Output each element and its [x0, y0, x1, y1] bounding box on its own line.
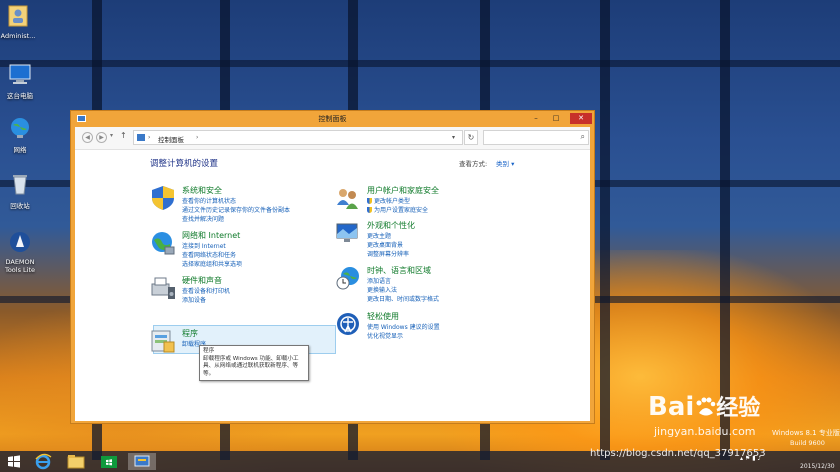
control-panel-icon	[134, 455, 150, 467]
globe-network-icon	[152, 232, 175, 255]
category-link[interactable]: 通过文件历史记录保存你的文件备份副本	[182, 205, 290, 214]
tooltip-body: 卸载程序或 Windows 功能、卸载小工具、从网络或通过联机获取新程序、等等。	[203, 355, 299, 377]
desktop-icon-this-pc[interactable]: 这台电脑	[0, 62, 44, 100]
category-title[interactable]: 时钟、语言和区域	[367, 265, 431, 276]
shield-icon	[367, 207, 372, 213]
chevron-down-icon[interactable]: ▾	[110, 132, 113, 139]
category-link[interactable]: 使用 Windows 建议的设置	[367, 322, 440, 331]
close-button[interactable]: ✕	[570, 113, 592, 124]
desktop-icon-label: Administ...	[0, 32, 36, 40]
category-link[interactable]: 连接到 Internet	[182, 241, 226, 250]
category-link[interactable]: 为用户设置家庭安全	[367, 205, 428, 214]
search-input[interactable]: ⌕	[483, 130, 589, 145]
page-title: 调整计算机的设置	[150, 159, 219, 169]
baidu-site-text: jingyan.baidu.com	[654, 425, 756, 438]
network-icon	[11, 118, 29, 138]
category-link[interactable]: 添加语言	[367, 276, 391, 285]
clock-date: 2015/12/30	[800, 463, 835, 470]
shield-icon	[367, 198, 372, 204]
control-panel-icon	[137, 134, 145, 141]
shield-computer-icon	[152, 186, 174, 210]
category-link[interactable]: 查看设备和打印机	[182, 286, 230, 295]
category-link[interactable]: 更改帐户类型	[367, 196, 410, 205]
ease-of-access-icon	[337, 313, 359, 335]
user-folder-icon	[8, 5, 28, 27]
taskbar-file-explorer[interactable]	[65, 453, 87, 470]
desktop-icon-label: 回收站	[10, 202, 30, 210]
taskbar-internet-explorer[interactable]	[32, 453, 54, 470]
category-title[interactable]: 用户帐户和家庭安全	[367, 185, 439, 196]
start-button[interactable]	[3, 453, 25, 470]
programs-tooltip: 程序 卸载程序或 Windows 功能、卸载小工具、从网络或通过联机获取新程序、…	[199, 345, 309, 381]
file-explorer-icon	[67, 455, 85, 469]
category-title[interactable]: 程序	[182, 328, 198, 339]
programs-icon	[151, 330, 175, 353]
back-button[interactable]: ◀	[82, 132, 93, 143]
clock-globe-icon	[336, 267, 359, 290]
category-link[interactable]: 添加设备	[182, 295, 206, 304]
breadcrumb[interactable]: 控制面板	[158, 134, 184, 144]
desktop-icon-network[interactable]: 网络	[0, 116, 44, 154]
os-edition-text: Windows 8.1 专业版	[772, 429, 840, 437]
title-bar[interactable]: 控制面板 – □ ✕	[71, 111, 594, 127]
internet-explorer-icon	[35, 453, 52, 470]
forward-button[interactable]: ▶	[96, 132, 107, 143]
computer-icon	[9, 64, 31, 84]
category-title[interactable]: 外观和个性化	[367, 220, 415, 231]
printer-speaker-icon	[151, 277, 175, 299]
chevron-right-icon: ›	[148, 134, 151, 141]
category-link-text[interactable]: 为用户设置家庭安全	[374, 207, 428, 214]
category-title[interactable]: 硬件和声音	[182, 275, 222, 286]
category-link[interactable]: 选择家庭组和共享选项	[182, 259, 242, 268]
chevron-down-icon[interactable]: ▾	[452, 134, 455, 141]
baidu-logo-text: Bai	[648, 392, 695, 422]
desktop-icon-label: DAEMON Tools Lite	[4, 258, 36, 274]
category-link-text[interactable]: 更改帐户类型	[374, 198, 410, 205]
windows-store-icon	[101, 456, 117, 468]
view-by-label: 查看方式:	[459, 160, 488, 168]
paw-icon	[696, 397, 716, 416]
category-link[interactable]: 查看你的计算机状态	[182, 196, 236, 205]
category-link[interactable]: 更改桌面背景	[367, 240, 403, 249]
control-panel-window: 控制面板 – □ ✕ ◀ ▶ ▾ ↑ › 控制面板 › ▾ ↻ ⌕ 调整计算机的…	[70, 110, 595, 424]
category-link[interactable]: 更改日期、时间或数字格式	[367, 294, 439, 303]
windows-start-icon	[8, 455, 20, 468]
category-link[interactable]: 优化视觉显示	[367, 331, 403, 340]
category-link[interactable]: 调整屏幕分辨率	[367, 249, 409, 258]
maximize-button[interactable]: □	[548, 113, 564, 124]
category-title[interactable]: 轻松使用	[367, 311, 399, 322]
category-title[interactable]: 网络和 Internet	[182, 230, 240, 241]
desktop-icon-daemon-tools[interactable]: DAEMON Tools Lite	[0, 230, 44, 274]
minimize-button[interactable]: –	[528, 113, 544, 124]
desktop-icon-recycle-bin[interactable]: 回收站	[0, 172, 44, 210]
address-field[interactable]: › 控制面板 › ▾	[133, 130, 463, 145]
view-by-dropdown[interactable]: 类别 ▾	[496, 158, 514, 168]
monitor-paint-icon	[336, 223, 358, 242]
users-icon	[337, 189, 358, 209]
category-link[interactable]: 查找并解决问题	[182, 214, 224, 223]
chevron-right-icon[interactable]: ›	[196, 134, 198, 141]
category-link[interactable]: 查看网络状态和任务	[182, 250, 236, 259]
address-bar-row: ◀ ▶ ▾ ↑ › 控制面板 › ▾ ↻ ⌕	[75, 127, 590, 150]
window-content: ◀ ▶ ▾ ↑ › 控制面板 › ▾ ↻ ⌕ 调整计算机的设置 查看方式: 类别…	[75, 127, 590, 421]
search-icon: ⌕	[580, 132, 585, 141]
category-link[interactable]: 更换输入法	[367, 285, 397, 294]
baidu-brand-chinese: 经验	[716, 396, 761, 421]
desktop-icon-administrator[interactable]: Administ...	[0, 4, 42, 40]
baidu-logo: Bai 经验	[648, 390, 760, 422]
category-title[interactable]: 系统和安全	[182, 185, 222, 196]
recycle-bin-icon	[13, 175, 27, 195]
blog-url-text: https://blog.csdn.net/qq_37917653	[590, 448, 766, 459]
taskbar-store[interactable]	[98, 453, 120, 470]
category-link[interactable]: 更改主题	[367, 231, 391, 240]
up-arrow-icon[interactable]: ↑	[120, 131, 127, 140]
daemon-tools-icon	[10, 232, 30, 252]
tooltip-title: 程序	[203, 348, 215, 354]
desktop-icon-label: 这台电脑	[7, 92, 33, 100]
taskbar-control-panel[interactable]	[128, 453, 156, 470]
os-build-text: Build 9600	[790, 439, 825, 447]
desktop-icon-label: 网络	[13, 146, 27, 154]
refresh-button[interactable]: ↻	[464, 130, 478, 145]
window-title: 控制面板	[318, 115, 347, 123]
